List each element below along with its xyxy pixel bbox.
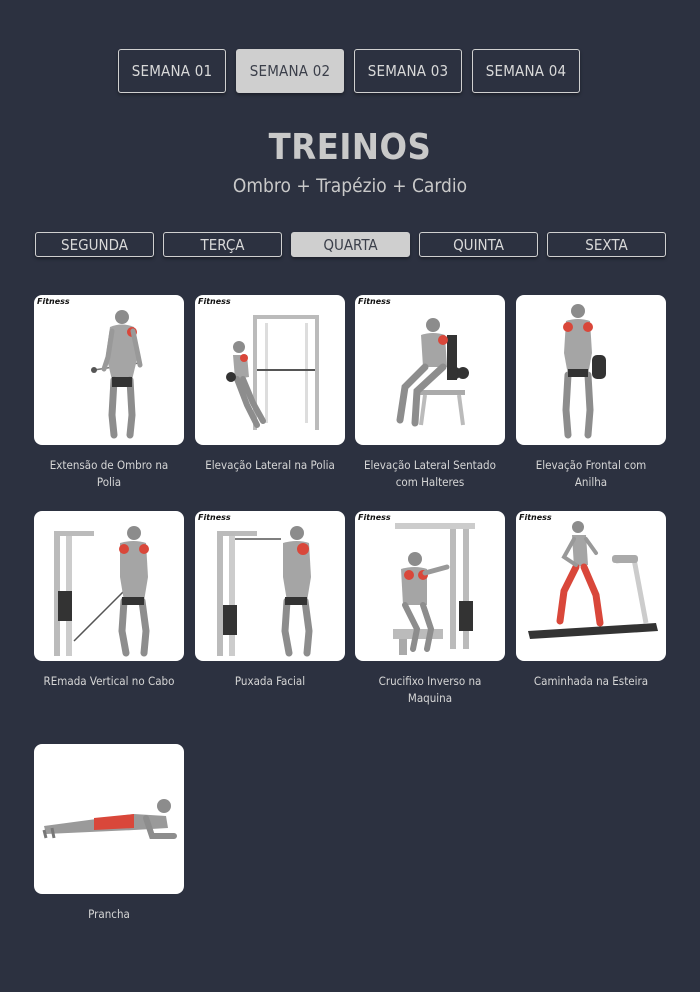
exercise-name: Elevação Lateral na Polia [205, 458, 335, 472]
exercise-card: Fitness Caminhada na Esteira [516, 511, 666, 690]
week-tabs: SEMANA 01 SEMANA 02 SEMANA 03 SEMANA 04 [118, 49, 582, 95]
exercise-image[interactable]: Fitness [355, 511, 505, 661]
tab-label: QUARTA [323, 236, 378, 254]
tab-quarta[interactable]: QUARTA [291, 232, 410, 257]
exercise-image[interactable]: Fitness [355, 295, 505, 445]
exercise-name: Extensão de Ombro na Polia [49, 458, 169, 489]
exercise-name: Elevação Frontal com Anilha [535, 458, 647, 489]
page-subtitle: Ombro + Trapézio + Cardio [232, 175, 468, 197]
exercise-card: Elevação Frontal com Anilha [516, 295, 666, 491]
fitness-logo: Fitness [198, 297, 231, 306]
tab-semana-02[interactable]: SEMANA 02 [236, 49, 344, 93]
exercise-image[interactable]: Fitness [34, 295, 184, 445]
fitness-logo: Fitness [519, 513, 552, 522]
exercise-name: Caminhada na Esteira [533, 674, 649, 688]
exercise-card: Fitness Elevação Lateral Sentado com Hal… [355, 295, 505, 491]
day-tabs: SEGUNDA TERÇA QUARTA QUINTA SEXTA [35, 232, 666, 258]
exercise-card: Fitness Elevação Lateral na Polia [195, 295, 345, 474]
exercise-image[interactable]: Fitness [516, 511, 666, 661]
figure-treadmill-walk-icon [528, 521, 658, 639]
exercise-card: Fitness Puxada Facial [195, 511, 345, 690]
exercise-card: Fitness Crucifixo Inverso na Maquina [355, 511, 505, 707]
tab-label: QUINTA [453, 236, 504, 254]
figure-front-raise-plate-icon [562, 304, 606, 439]
figure-face-pull-icon [217, 526, 313, 657]
tab-semana-01[interactable]: SEMANA 01 [118, 49, 226, 93]
exercise-card: REmada Vertical no Cabo [34, 511, 184, 690]
fitness-logo: Fitness [37, 297, 70, 306]
tab-terca[interactable]: TERÇA [163, 232, 282, 257]
figure-plank-icon [42, 799, 177, 839]
fitness-logo: Fitness [358, 513, 391, 522]
exercise-image[interactable] [34, 744, 184, 894]
exercise-card: Prancha [34, 744, 184, 923]
exercise-image[interactable] [34, 511, 184, 661]
tab-semana-04[interactable]: SEMANA 04 [472, 49, 580, 93]
tab-sexta[interactable]: SEXTA [547, 232, 666, 257]
page-title: TREINOS [268, 127, 432, 168]
figure-cable-extension-icon [91, 310, 143, 439]
exercise-name: Crucifixo Inverso na Maquina [378, 674, 482, 705]
figure-lateral-raise-cable-icon [226, 315, 319, 430]
tab-label: SEGUNDA [61, 236, 128, 254]
tab-quinta[interactable]: QUINTA [419, 232, 538, 257]
tab-semana-03[interactable]: SEMANA 03 [354, 49, 462, 93]
exercise-name: Puxada Facial [234, 674, 306, 688]
figure-upright-row-cable-icon [54, 526, 150, 657]
exercise-card: Fitness Extensão de Ombro na Polia [34, 295, 184, 491]
figure-reverse-fly-machine-icon [393, 523, 475, 655]
fitness-logo: Fitness [198, 513, 231, 522]
figure-seated-lateral-raise-icon [396, 318, 469, 427]
exercise-name: Elevação Lateral Sentado com Halteres [364, 458, 496, 489]
tab-label: TERÇA [200, 236, 245, 254]
tab-segunda[interactable]: SEGUNDA [35, 232, 154, 257]
tab-label: SEXTA [585, 236, 628, 254]
exercise-name: REmada Vertical no Cabo [43, 674, 175, 688]
exercise-image[interactable] [516, 295, 666, 445]
exercise-image[interactable]: Fitness [195, 295, 345, 445]
exercise-name: Prancha [88, 907, 130, 921]
fitness-logo: Fitness [358, 297, 391, 306]
exercise-image[interactable]: Fitness [195, 511, 345, 661]
